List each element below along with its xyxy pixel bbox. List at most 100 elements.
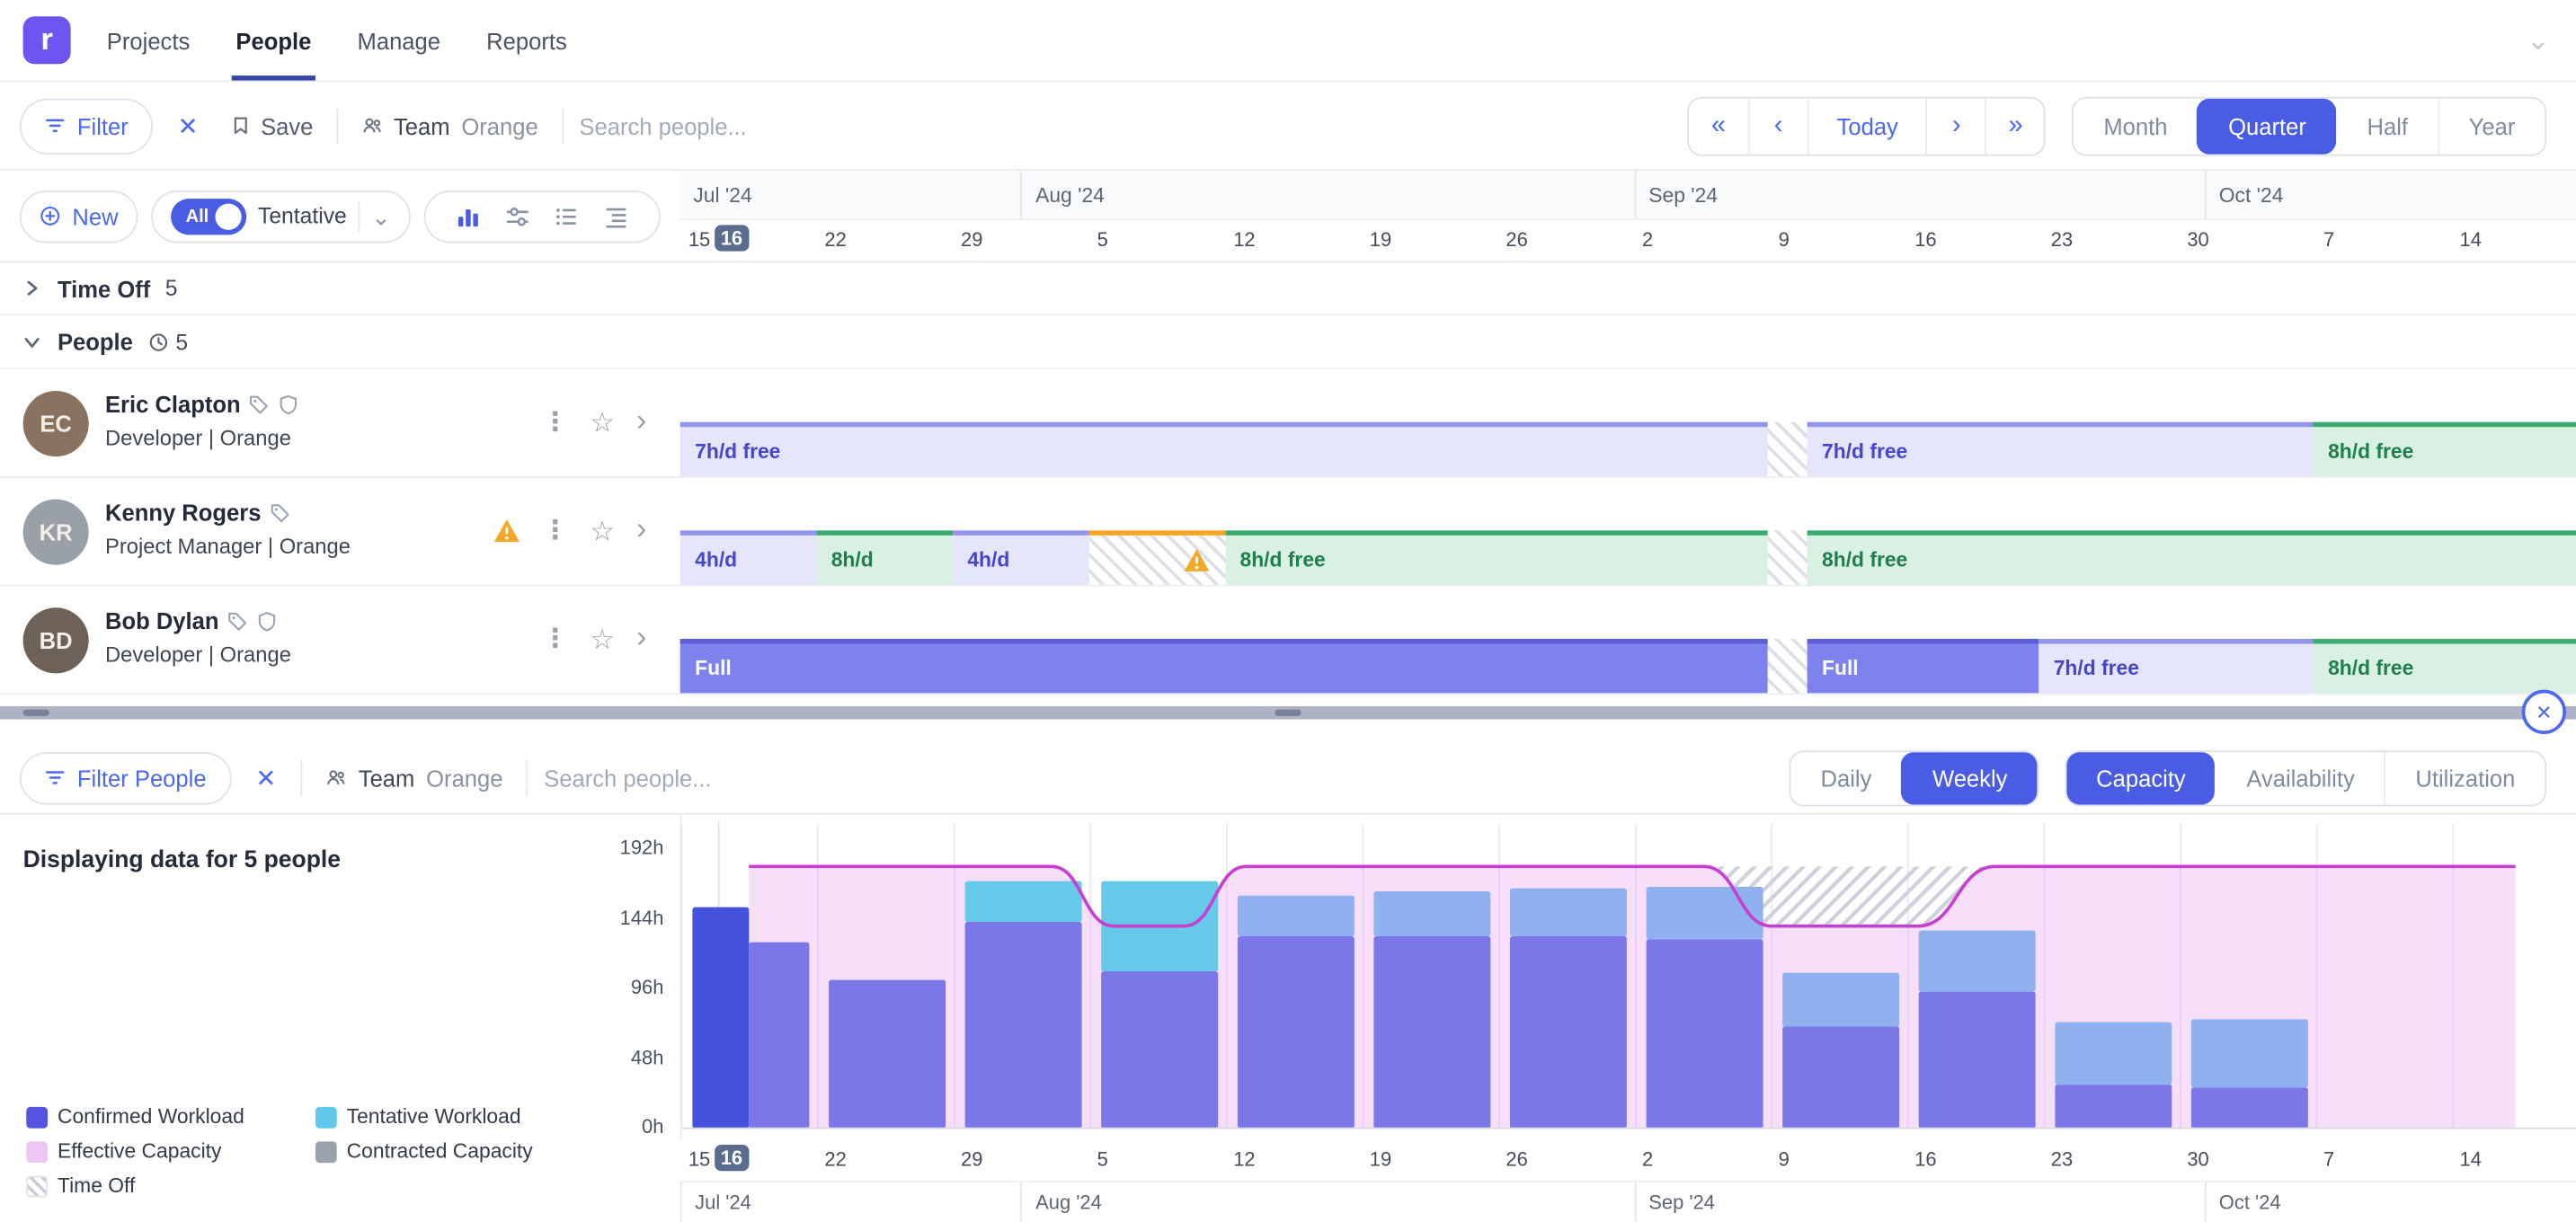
search-people-input[interactable] [544, 765, 856, 791]
star-button[interactable]: ☆ [590, 518, 615, 545]
pager-today-button[interactable]: Today [1808, 98, 1926, 154]
schedule-bar[interactable]: 8h/d free [2314, 422, 2576, 476]
search-input[interactable] [579, 112, 891, 138]
star-button[interactable]: ☆ [590, 625, 615, 653]
chart-legend: Confirmed WorkloadTentative WorkloadEffe… [16, 1097, 608, 1206]
app-logo-icon[interactable]: r [23, 16, 71, 64]
nav-item-projects[interactable]: Projects [84, 0, 213, 81]
avatar[interactable]: EC [23, 391, 89, 456]
clear-filter-button[interactable]: ✕ [247, 763, 284, 793]
shield-icon [257, 610, 279, 632]
expand-row-button[interactable]: › [636, 405, 647, 437]
team-chip[interactable]: Team Orange [354, 112, 545, 138]
range-month[interactable]: Month [2074, 98, 2197, 154]
schedule-bar[interactable]: 8h/d [816, 530, 953, 584]
range-quarter[interactable]: Quarter [2197, 98, 2335, 154]
person-name[interactable]: Bob Dylan [105, 607, 278, 633]
avatar[interactable]: BD [23, 607, 89, 673]
person-name[interactable]: Eric Clapton [105, 391, 300, 417]
date-label: 16 [1914, 1148, 1936, 1172]
splitter-grip[interactable] [23, 710, 49, 716]
shield-icon [279, 394, 300, 415]
all-toggle-switch[interactable]: All [171, 198, 246, 234]
date-label: 29 [961, 1148, 982, 1172]
schedule-lane: FullFull7h/d free8h/d free [680, 639, 2576, 693]
schedule-bar[interactable]: 8h/d free [1225, 530, 1768, 584]
pager-prev-button[interactable]: ‹ [1748, 98, 1808, 154]
date-label: 2 [1642, 228, 1653, 252]
schedule-bar[interactable]: 7h/d free [680, 422, 1769, 476]
date-label: 5 [1097, 228, 1108, 252]
bar-chart-icon[interactable] [443, 191, 493, 241]
chevron-down-icon[interactable]: ⌄ [2527, 26, 2550, 54]
pager-last-button[interactable]: » [1985, 98, 2045, 154]
person-cell: KRKenny RogersProject Manager | Orange⋮☆… [0, 478, 680, 585]
date-label: 9 [1779, 228, 1790, 252]
filter-button[interactable]: Filter [20, 98, 153, 154]
schedule-bar[interactable]: Full [680, 639, 1769, 693]
group-list-icon[interactable] [591, 191, 641, 241]
splitter-grip[interactable] [1275, 710, 1301, 716]
schedule-bar[interactable]: 8h/d free [2314, 639, 2576, 693]
schedule-bar[interactable]: 7h/d free [2039, 639, 2313, 693]
schedule-bar[interactable] [1768, 530, 1807, 584]
expand-row-button[interactable]: › [636, 514, 647, 545]
close-panel-button[interactable]: ✕ [2522, 690, 2566, 734]
schedule-bar[interactable] [1088, 530, 1225, 584]
chevron-down-icon[interactable]: ⌄ [371, 205, 390, 228]
filter-icon [44, 115, 66, 137]
range-year[interactable]: Year [2438, 98, 2545, 154]
row-menu-button[interactable]: ⋮ [542, 626, 568, 652]
group-row-time-off[interactable]: Time Off 5 [0, 262, 2576, 314]
nav-item-manage[interactable]: Manage [334, 0, 464, 81]
pager-first-button[interactable]: « [1689, 98, 1748, 154]
schedule-lane: 4h/d8h/d4h/d 8h/d free 8h/d free [680, 530, 2576, 584]
schedule-bar[interactable]: 4h/d [953, 530, 1089, 584]
period-daily[interactable]: Daily [1791, 751, 1902, 803]
panel-splitter[interactable]: ✕ [0, 706, 2576, 720]
mode-utilization[interactable]: Utilization [2385, 751, 2545, 803]
date-label: 2 [1642, 1148, 1653, 1172]
team-chip[interactable]: Team Orange [319, 765, 510, 791]
row-menu-button[interactable]: ⋮ [542, 410, 568, 436]
clear-filter-button[interactable]: ✕ [169, 111, 206, 140]
period-weekly[interactable]: Weekly [1901, 751, 2037, 803]
filter-people-button[interactable]: Filter People [20, 751, 231, 803]
save-button[interactable]: Save [223, 112, 320, 138]
schedule-bar[interactable]: 4h/d [680, 530, 817, 584]
filter-icon [44, 767, 66, 789]
pager-next-button[interactable]: › [1926, 98, 1985, 154]
nav-item-reports[interactable]: Reports [464, 0, 591, 81]
list-icon[interactable] [542, 191, 591, 241]
range-half[interactable]: Half [2336, 98, 2438, 154]
mode-availability[interactable]: Availability [2216, 751, 2385, 803]
schedule-bar[interactable]: Full [1808, 639, 2039, 693]
group-row-people[interactable]: People 5 [0, 315, 2576, 369]
expand-row-button[interactable]: › [636, 623, 647, 654]
nav-item-people[interactable]: People [213, 0, 334, 81]
date-label: 15 [688, 1148, 710, 1172]
chevron-right-icon [22, 278, 43, 299]
divider [526, 759, 528, 795]
tentative-toggle[interactable]: All Tentative ⌄ [151, 190, 410, 242]
group-count: 5 [147, 329, 188, 353]
y-tick-label: 48h [588, 1045, 663, 1068]
new-button[interactable]: New [20, 190, 138, 242]
date-label: 23 [2051, 1148, 2073, 1172]
toggle-off-label: Tentative [258, 204, 347, 228]
avatar[interactable]: KR [23, 500, 89, 565]
person-row: KRKenny RogersProject Manager | Orange⋮☆… [0, 478, 2576, 587]
star-button[interactable]: ☆ [590, 409, 615, 437]
filter-label: Filter [77, 112, 129, 138]
mode-capacity[interactable]: Capacity [2066, 751, 2215, 803]
schedule-bar[interactable] [1768, 422, 1807, 476]
schedule-bar[interactable] [1768, 639, 1807, 693]
row-menu-button[interactable]: ⋮ [542, 518, 568, 545]
legend-swatch [315, 1140, 337, 1162]
sliders-icon[interactable] [493, 191, 542, 241]
today-date-label: 16 [714, 225, 749, 251]
row-actions: ⋮ ☆ › [493, 478, 646, 585]
schedule-bar[interactable]: 7h/d free [1808, 422, 2314, 476]
person-name[interactable]: Kenny Rogers [105, 500, 290, 526]
schedule-bar[interactable]: 8h/d free [1808, 530, 2576, 584]
